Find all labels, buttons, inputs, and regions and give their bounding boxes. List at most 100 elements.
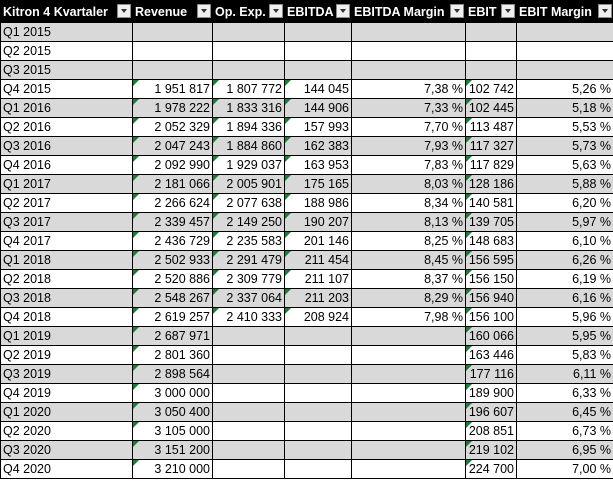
cell-ebitda-margin[interactable] [351,345,466,365]
cell-ebit[interactable]: 156 100 [465,307,517,327]
header-revenue[interactable]: Revenue [132,0,213,23]
cell-ebitda-margin[interactable] [351,326,466,346]
header-ebitda[interactable]: EBITDA [284,0,352,23]
cell-ebitda-margin[interactable] [351,402,466,422]
cell-revenue[interactable]: 2 052 329 [132,117,213,137]
cell-revenue[interactable]: 2 502 933 [132,250,213,270]
cell-ebit-margin[interactable]: 5,96 % [516,307,613,327]
cell-opex[interactable] [212,459,285,479]
cell-ebitda[interactable]: 157 993 [284,117,352,137]
cell-opex[interactable]: 1 894 336 [212,117,285,137]
cell-quarter[interactable]: Q3 2019 [0,364,133,384]
cell-opex[interactable] [212,22,285,42]
cell-ebit[interactable]: 224 700 [465,459,517,479]
cell-quarter[interactable]: Q3 2020 [0,440,133,460]
cell-ebitda[interactable] [284,60,352,80]
cell-ebit[interactable] [465,22,517,42]
cell-revenue[interactable]: 3 210 000 [132,459,213,479]
cell-ebitda-margin[interactable]: 8,13 % [351,212,466,232]
cell-opex[interactable]: 2 291 479 [212,250,285,270]
filter-dropdown-icon[interactable] [598,4,612,18]
cell-ebit-margin[interactable]: 6,73 % [516,421,613,441]
cell-ebit-margin[interactable]: 5,83 % [516,345,613,365]
cell-ebitda-margin[interactable]: 7,93 % [351,136,466,156]
cell-quarter[interactable]: Q2 2020 [0,421,133,441]
cell-revenue[interactable]: 2 520 886 [132,269,213,289]
cell-ebitda[interactable]: 211 203 [284,288,352,308]
cell-ebit[interactable]: 102 445 [465,98,517,118]
cell-ebitda[interactable] [284,364,352,384]
cell-ebitda[interactable] [284,345,352,365]
cell-ebit-margin[interactable]: 7,00 % [516,459,613,479]
filter-dropdown-icon[interactable] [450,4,464,18]
cell-ebit-margin[interactable]: 5,18 % [516,98,613,118]
cell-quarter[interactable]: Q1 2016 [0,98,133,118]
cell-ebitda-margin[interactable] [351,364,466,384]
cell-opex[interactable] [212,60,285,80]
cell-revenue[interactable]: 2 181 066 [132,174,213,194]
cell-quarter[interactable]: Q3 2016 [0,136,133,156]
cell-quarter[interactable]: Q1 2017 [0,174,133,194]
cell-ebit-margin[interactable]: 5,95 % [516,326,613,346]
header-ebitda-margin[interactable]: EBITDA Margin [351,0,466,23]
cell-quarter[interactable]: Q2 2015 [0,41,133,61]
cell-ebitda[interactable]: 144 045 [284,79,352,99]
cell-ebitda-margin[interactable]: 7,83 % [351,155,466,175]
cell-ebitda[interactable]: 163 953 [284,155,352,175]
cell-ebit[interactable]: 148 683 [465,231,517,251]
cell-revenue[interactable]: 2 092 990 [132,155,213,175]
cell-quarter[interactable]: Q1 2020 [0,402,133,422]
cell-revenue[interactable] [132,22,213,42]
cell-quarter[interactable]: Q4 2019 [0,383,133,403]
cell-quarter[interactable]: Q3 2018 [0,288,133,308]
cell-ebitda-margin[interactable]: 7,70 % [351,117,466,137]
cell-ebit-margin[interactable] [516,22,613,42]
cell-ebit-margin[interactable]: 5,88 % [516,174,613,194]
cell-ebit[interactable]: 102 742 [465,79,517,99]
cell-opex[interactable]: 2 337 064 [212,288,285,308]
cell-quarter[interactable]: Q3 2017 [0,212,133,232]
cell-ebit-margin[interactable]: 6,11 % [516,364,613,384]
filter-dropdown-icon[interactable] [269,4,283,18]
header-opex[interactable]: Op. Exp. [212,0,285,23]
cell-ebit-margin[interactable] [516,41,613,61]
filter-dropdown-icon[interactable] [501,4,515,18]
cell-ebit[interactable]: 128 186 [465,174,517,194]
cell-revenue[interactable]: 2 266 624 [132,193,213,213]
cell-revenue[interactable]: 2 548 267 [132,288,213,308]
cell-ebitda[interactable] [284,459,352,479]
cell-ebitda-margin[interactable]: 8,45 % [351,250,466,270]
cell-opex[interactable] [212,421,285,441]
cell-quarter[interactable]: Q4 2015 [0,79,133,99]
cell-ebitda-margin[interactable]: 8,25 % [351,231,466,251]
cell-opex[interactable]: 1 929 037 [212,155,285,175]
cell-quarter[interactable]: Q4 2020 [0,459,133,479]
cell-ebit[interactable]: 117 829 [465,155,517,175]
cell-quarter[interactable]: Q2 2017 [0,193,133,213]
cell-ebit[interactable]: 196 607 [465,402,517,422]
filter-dropdown-icon[interactable] [117,4,131,18]
cell-opex[interactable]: 2 149 250 [212,212,285,232]
cell-ebit-margin[interactable]: 6,10 % [516,231,613,251]
cell-opex[interactable] [212,345,285,365]
cell-ebit[interactable]: 117 327 [465,136,517,156]
cell-revenue[interactable]: 3 000 000 [132,383,213,403]
cell-opex[interactable]: 2 410 333 [212,307,285,327]
cell-ebit[interactable]: 156 940 [465,288,517,308]
cell-ebit[interactable]: 139 705 [465,212,517,232]
cell-revenue[interactable]: 2 687 971 [132,326,213,346]
cell-ebit-margin[interactable]: 6,19 % [516,269,613,289]
filter-dropdown-icon[interactable] [197,4,211,18]
cell-ebit-margin[interactable]: 5,26 % [516,79,613,99]
cell-ebit-margin[interactable]: 6,45 % [516,402,613,422]
cell-ebit[interactable]: 113 487 [465,117,517,137]
cell-ebit-margin[interactable]: 6,20 % [516,193,613,213]
cell-opex[interactable] [212,41,285,61]
cell-ebit-margin[interactable]: 5,97 % [516,212,613,232]
cell-ebitda[interactable]: 201 146 [284,231,352,251]
cell-ebit-margin[interactable] [516,60,613,80]
cell-ebit-margin[interactable]: 6,95 % [516,440,613,460]
cell-ebitda-margin[interactable] [351,383,466,403]
cell-ebitda[interactable] [284,326,352,346]
cell-ebitda[interactable]: 211 107 [284,269,352,289]
